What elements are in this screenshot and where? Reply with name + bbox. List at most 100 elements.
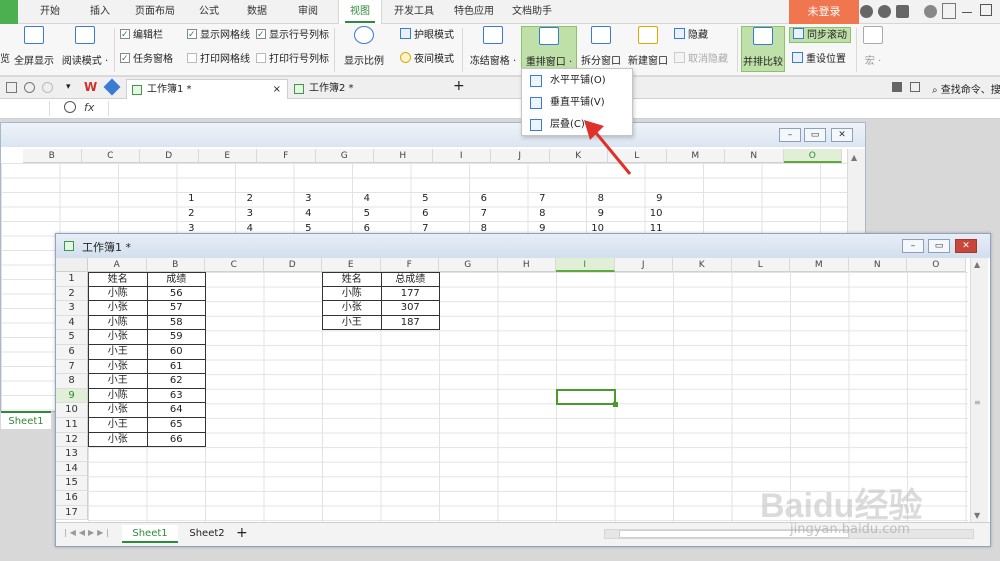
- chevron-down-icon[interactable]: ▾: [66, 82, 71, 92]
- freeze-panes-button[interactable]: 冻结窗格 ·: [466, 26, 520, 67]
- row-header-7[interactable]: 7: [56, 359, 88, 375]
- row-header-10[interactable]: 10: [56, 403, 88, 418]
- sheet-tab-sheet2[interactable]: Sheet2: [180, 525, 234, 543]
- redo-icon[interactable]: [42, 82, 53, 93]
- split-window-button[interactable]: 拆分窗口: [579, 26, 623, 67]
- column-header-O[interactable]: O: [783, 149, 842, 163]
- cell-value[interactable]: 3: [199, 207, 258, 221]
- tab-home[interactable]: 开始: [26, 0, 74, 24]
- cell-value[interactable]: 1: [140, 192, 199, 206]
- row-header-4[interactable]: 4: [56, 315, 88, 331]
- zoom-ratio-button[interactable]: 显示比例: [340, 26, 388, 67]
- new-window-button[interactable]: 新建窗口: [626, 26, 670, 67]
- column-header-C[interactable]: C: [205, 258, 264, 272]
- new-file-icon[interactable]: [6, 82, 17, 93]
- eye-mode-button[interactable]: 护眼模式: [400, 28, 454, 44]
- scroll-thumb-icon[interactable]: ≡: [974, 398, 981, 407]
- cell-value[interactable]: 5: [374, 192, 433, 206]
- wps-logo-icon[interactable]: W: [84, 80, 97, 94]
- cell-value[interactable]: 3: [257, 192, 316, 206]
- tab-review[interactable]: 审阅: [284, 0, 332, 24]
- show-grid-checkbox[interactable]: 显示网格线: [187, 27, 250, 44]
- skin-icon[interactable]: [860, 5, 873, 18]
- doc-tab-workbook1[interactable]: 工作簿1 * ×: [126, 79, 288, 99]
- cell-value[interactable]: 9: [608, 192, 667, 206]
- column-header-I[interactable]: I: [556, 258, 615, 272]
- close-button[interactable]: ✕: [955, 239, 977, 253]
- cell-value[interactable]: 2: [199, 192, 258, 206]
- table-cell[interactable]: 59: [146, 330, 206, 345]
- row-header-15[interactable]: 15: [56, 476, 88, 491]
- column-header-G[interactable]: G: [439, 258, 498, 272]
- tab-page-layout[interactable]: 页面布局: [126, 0, 184, 24]
- minimize-icon[interactable]: [962, 12, 972, 13]
- unhide-window-button[interactable]: 取消隐藏: [674, 52, 728, 68]
- side-by-side-button[interactable]: 并排比较: [741, 26, 785, 72]
- command-search[interactable]: ⌕ 查找命令、搜: [932, 81, 1000, 96]
- table-header-cell[interactable]: 成绩: [146, 272, 206, 287]
- maximize-icon[interactable]: [980, 4, 992, 16]
- cell-value[interactable]: 8: [550, 192, 609, 206]
- settings-icon[interactable]: [878, 5, 891, 18]
- table-cell[interactable]: 小陈: [88, 388, 148, 404]
- column-header-G[interactable]: G: [315, 149, 374, 163]
- hide-window-button[interactable]: 隐藏: [674, 28, 708, 44]
- row-header-6[interactable]: 6: [56, 345, 88, 360]
- cube-icon[interactable]: [103, 78, 121, 96]
- table-cell[interactable]: 小王: [88, 345, 148, 360]
- column-header-C[interactable]: C: [81, 149, 140, 163]
- restore-button[interactable]: ▭: [928, 239, 950, 253]
- tab-formulas[interactable]: 公式: [186, 0, 232, 24]
- help-icon[interactable]: [924, 5, 937, 18]
- table-cell[interactable]: 小陈: [88, 315, 148, 331]
- doc-tab-workbook2[interactable]: 工作簿2 *: [289, 79, 449, 99]
- tab-data[interactable]: 数据: [234, 0, 280, 24]
- close-tab-icon[interactable]: ×: [273, 80, 281, 100]
- table-header-cell[interactable]: 姓名: [322, 272, 382, 287]
- login-button[interactable]: 未登录: [789, 0, 859, 24]
- row-header-1[interactable]: 1: [56, 272, 88, 287]
- table-cell[interactable]: 小王: [88, 418, 148, 433]
- reading-mode-button[interactable]: 阅读模式 ·: [58, 26, 112, 67]
- table-cell[interactable]: 小张: [88, 359, 148, 375]
- window-titlebar[interactable]: – ▭ ✕: [1, 123, 865, 147]
- table-cell[interactable]: 小张: [322, 301, 382, 316]
- column-header-F[interactable]: F: [380, 258, 439, 272]
- undo-icon[interactable]: [24, 82, 35, 93]
- macro-button[interactable]: 宏 ·: [860, 26, 886, 67]
- name-box[interactable]: [0, 101, 50, 116]
- table-cell[interactable]: 小陈: [322, 286, 382, 302]
- select-all-corner[interactable]: [56, 258, 88, 272]
- scroll-up-icon[interactable]: ▲: [851, 153, 857, 162]
- cell-value[interactable]: 6: [433, 192, 492, 206]
- column-header-F[interactable]: F: [257, 149, 316, 163]
- panel-icon[interactable]: [892, 82, 902, 92]
- tab-special-apps[interactable]: 特色应用: [446, 0, 502, 24]
- column-header-K[interactable]: K: [673, 258, 732, 272]
- sync-scroll-button[interactable]: 同步滚动: [789, 27, 851, 43]
- row-header-9[interactable]: 9: [56, 388, 88, 404]
- column-header-I[interactable]: I: [432, 149, 491, 163]
- restore-ribbon-icon[interactable]: [942, 3, 956, 19]
- fill-handle[interactable]: [613, 402, 618, 407]
- column-header-J[interactable]: J: [614, 258, 673, 272]
- new-tab-button[interactable]: +: [453, 78, 465, 94]
- edit-bar-checkbox[interactable]: 编辑栏: [120, 27, 163, 44]
- cell-value[interactable]: 10: [608, 207, 667, 221]
- table-header-cell[interactable]: 姓名: [88, 272, 148, 287]
- column-header-L[interactable]: L: [731, 258, 790, 272]
- print-headers-checkbox[interactable]: 打印行号列标: [256, 52, 329, 68]
- tab-developer[interactable]: 开发工具: [386, 0, 442, 24]
- table-cell[interactable]: 小王: [322, 315, 382, 331]
- tab-view[interactable]: 视图: [338, 0, 382, 25]
- column-header-E[interactable]: E: [198, 149, 257, 163]
- row-header-12[interactable]: 12: [56, 432, 88, 448]
- table-header-cell[interactable]: 总成绩: [380, 272, 440, 287]
- row-header-5[interactable]: 5: [56, 330, 88, 345]
- table-cell[interactable]: 65: [146, 418, 206, 433]
- close-button[interactable]: ✕: [831, 128, 853, 142]
- night-mode-button[interactable]: 夜间模式: [400, 52, 454, 68]
- cell-value[interactable]: 4: [316, 192, 375, 206]
- menu-item-vertical-tile[interactable]: 垂直平铺(V): [522, 92, 632, 114]
- column-header-D[interactable]: D: [263, 258, 322, 272]
